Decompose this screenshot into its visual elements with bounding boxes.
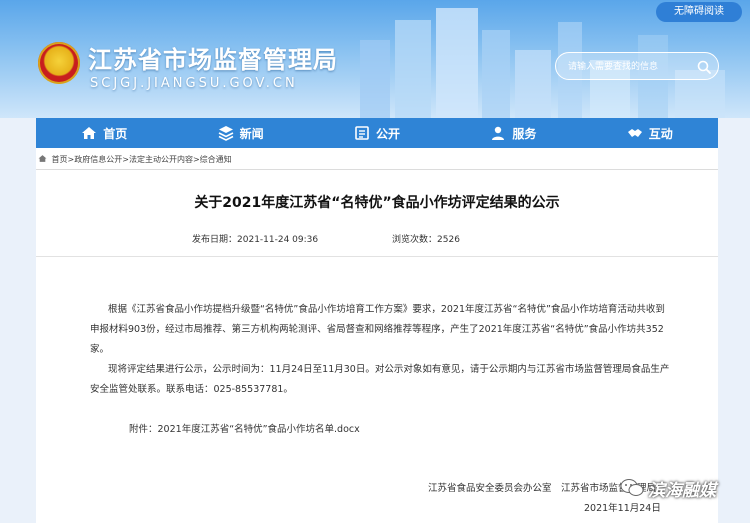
breadcrumb-link-home[interactable]: 首页 [52,155,68,164]
breadcrumb-link-statutory[interactable]: 法定主动公开内容 [129,155,193,164]
meta-divider [36,256,718,257]
publish-date: 发布日期：2021-11-24 09:36 [192,232,318,245]
nav-item-public[interactable]: 公开 [354,125,400,142]
view-count: 浏览次数：2526 [392,232,460,245]
article-title: 关于2021年度江苏省“名特优”食品小作坊评定结果的公示 [194,195,560,211]
media-watermark: 滨海融媒 [620,470,740,506]
attachment-line: 附件：2021年度江苏省“名特优”食品小作坊名单.docx [129,420,529,440]
search-input[interactable] [568,58,688,76]
home-icon [82,127,97,139]
breadcrumb-link-info-public[interactable]: 政府信息公开 [74,155,122,164]
search-icon[interactable] [696,59,712,75]
article-paragraph: 根据《江苏省食品小作坊提档升级暨“名特优”食品小作坊培育工作方案》要求，2021… [90,304,665,355]
search-box [555,52,719,80]
accessibility-button[interactable]: 无障碍阅读 [656,2,742,22]
nav-item-interact[interactable]: 互动 [627,125,673,142]
attachment-link[interactable]: 2021年度江苏省“名特优”食品小作坊名单.docx [158,424,360,435]
site-domain: SCJGJ.JIANGSU.GOV.CN [90,76,298,91]
nav-item-service[interactable]: 服务 [490,125,536,142]
nav-item-label: 新闻 [239,126,264,141]
publish-date-label: 发布日期： [192,235,238,245]
handshake-icon [627,129,642,137]
attachment-label: 附件： [129,424,158,435]
person-icon [492,126,505,140]
view-count-label: 浏览次数： [392,235,438,245]
nav-item-news[interactable]: 新闻 [218,125,264,142]
layers-icon [218,126,233,141]
folder-icon [355,126,369,140]
view-count-value: 2526 [437,235,460,245]
site-title: 江苏省市场监督管理局 [88,46,338,74]
wechat-logo-icon [620,479,644,496]
nav-item-label: 互动 [648,126,673,141]
publish-date-value: 2021-11-24 09:36 [237,235,319,245]
article-paragraph: 现将评定结果进行公示，公示时间为：11月24日至11月30日。对公示对象如有意见… [90,364,670,395]
watermark-text: 滨海融媒 [648,480,716,501]
nav-item-home[interactable]: 首页 [81,125,127,142]
nav-item-label: 公开 [375,126,400,141]
breadcrumb-home-icon [38,155,47,162]
breadcrumb: 首页>政府信息公开>法定主动公开内容>综合通知 [38,154,232,165]
national-emblem-icon [38,42,80,84]
breadcrumb-divider [36,169,718,170]
nav-item-label: 服务 [512,126,537,141]
nav-item-label: 首页 [103,126,128,141]
site-header: 江苏省市场监督管理局 SCJGJ.JIANGSU.GOV.CN 无障碍阅读 [0,0,750,118]
main-nav: 首页 新闻 公开 服务 互动 [36,118,718,148]
article-panel: 首页>政府信息公开>法定主动公开内容>综合通知 关于2021年度江苏省“名特优”… [36,148,718,523]
breadcrumb-link-notice[interactable]: 综合通知 [200,155,232,164]
